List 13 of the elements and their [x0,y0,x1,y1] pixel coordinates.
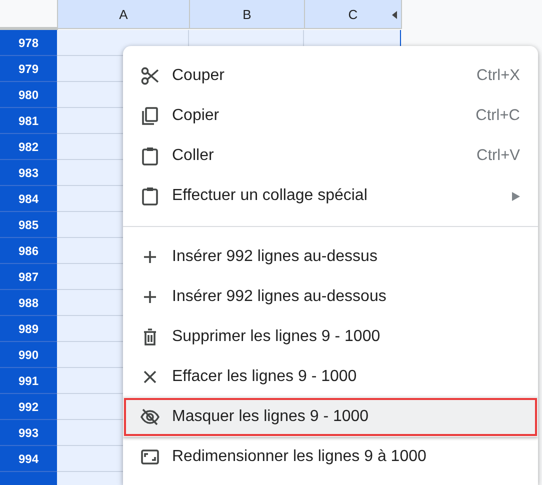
menu-item-label: Masquer les lignes 9 - 1000 [172,408,370,426]
menu-item-label: Copier [172,107,220,125]
menu-item-label: Effacer les lignes 9 - 1000 [172,368,358,386]
menu-item-label: Insérer 992 lignes au-dessus [172,248,378,266]
menu-item-label: Redimensionner les lignes 9 à 1000 [172,448,428,466]
menu-item-label: Insérer 992 lignes au-dessous [172,288,388,306]
menu-item-label: Effectuer un collage spécial [172,187,368,205]
keyboard-shortcut: Ctrl+V [476,147,520,165]
keyboard-shortcut: Ctrl+C [476,107,520,125]
menu-item-label: Supprimer les lignes 9 - 1000 [172,328,382,346]
menu-item-label: Couper [172,67,226,85]
keyboard-shortcut: Ctrl+X [476,67,520,85]
menu-item-label: Coller [172,147,215,165]
